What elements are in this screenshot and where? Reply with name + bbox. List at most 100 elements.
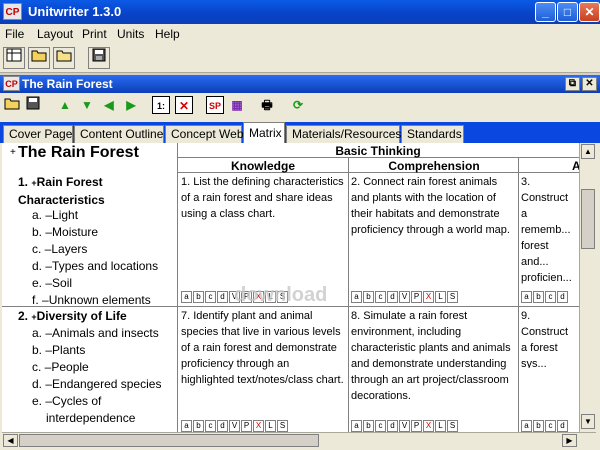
- new-unit-icon[interactable]: [3, 47, 25, 69]
- save-disk-icon[interactable]: [88, 47, 110, 69]
- code-b-button[interactable]: b: [193, 420, 204, 432]
- horizontal-scroll-thumb[interactable]: [19, 434, 319, 447]
- code-b-button[interactable]: b: [363, 291, 374, 303]
- code-c-button[interactable]: c: [205, 420, 216, 432]
- code-c-button[interactable]: c: [545, 420, 556, 432]
- code-a-button[interactable]: a: [181, 291, 192, 303]
- code-v-button[interactable]: V: [399, 291, 410, 303]
- unit-close-button[interactable]: ✕: [582, 77, 597, 91]
- code-l-button[interactable]: L: [435, 291, 446, 303]
- save-disk-icon[interactable]: [24, 96, 42, 114]
- thesaurus-icon[interactable]: ▦: [228, 96, 246, 114]
- outline-subitem[interactable]: a. –Light: [32, 207, 178, 224]
- code-c-button[interactable]: c: [545, 291, 556, 303]
- menu-layout[interactable]: Layout: [37, 27, 73, 41]
- outline-subitem[interactable]: e. –Soil: [32, 275, 178, 292]
- code-p-button[interactable]: P: [411, 291, 422, 303]
- scroll-up-icon[interactable]: ▲: [581, 144, 595, 159]
- scroll-down-icon[interactable]: ▼: [581, 414, 595, 429]
- matrix-cell-r2-knowledge[interactable]: 7. Identify plant and animal species tha…: [179, 308, 347, 388]
- tab-matrix[interactable]: Matrix: [243, 122, 285, 143]
- outline-subitem[interactable]: e. –Cycles of interdependence: [32, 393, 178, 427]
- code-d-button[interactable]: d: [217, 420, 228, 432]
- matrix-cell-r1-application[interactable]: 3. Construct a rememb... forest and... p…: [519, 174, 579, 284]
- arrow-up-icon[interactable]: ▲: [56, 96, 74, 114]
- tab-materials-resources[interactable]: Materials/Resources: [286, 125, 401, 143]
- arrow-down-icon[interactable]: ▼: [78, 96, 96, 114]
- outline-subitem[interactable]: c. –People: [32, 359, 178, 376]
- restore-button[interactable]: ⧉: [565, 77, 580, 91]
- scroll-left-icon[interactable]: ◀: [3, 434, 18, 447]
- delete-cell-icon[interactable]: ✕: [175, 96, 193, 114]
- code-a-button[interactable]: a: [351, 291, 362, 303]
- code-x-button[interactable]: X: [253, 420, 264, 432]
- menu-units[interactable]: Units: [117, 27, 144, 41]
- code-p-button[interactable]: P: [411, 420, 422, 432]
- code-a-button[interactable]: a: [181, 420, 192, 432]
- matrix-cell-r1-comprehension[interactable]: 2. Connect rain forest animals and plant…: [349, 174, 517, 238]
- close-button[interactable]: ✕: [579, 2, 600, 22]
- code-c-button[interactable]: c: [205, 291, 216, 303]
- code-a-button[interactable]: a: [521, 420, 532, 432]
- code-x-button[interactable]: X: [423, 420, 434, 432]
- folder-icon[interactable]: [53, 47, 75, 69]
- horizontal-scrollbar[interactable]: ◀ ▶: [2, 432, 596, 448]
- code-a-button[interactable]: a: [521, 291, 532, 303]
- code-c-button[interactable]: c: [375, 420, 386, 432]
- code-a-button[interactable]: a: [351, 420, 362, 432]
- code-l-button[interactable]: L: [435, 420, 446, 432]
- minimize-button[interactable]: _: [535, 2, 556, 22]
- code-d-button[interactable]: d: [387, 291, 398, 303]
- code-c-button[interactable]: c: [375, 291, 386, 303]
- title-expand-marker[interactable]: +: [10, 147, 16, 158]
- outline-topic-1[interactable]: 1. +Rain Forest Characteristics: [18, 174, 176, 209]
- code-b-button[interactable]: b: [363, 420, 374, 432]
- tab-concept-web[interactable]: Concept Web: [165, 125, 244, 143]
- maximize-button[interactable]: □: [557, 2, 578, 22]
- code-s-button[interactable]: S: [447, 420, 458, 432]
- open-folder-icon[interactable]: [3, 96, 21, 114]
- code-s-button[interactable]: S: [447, 291, 458, 303]
- menu-file[interactable]: File: [5, 27, 24, 41]
- outline-subitem[interactable]: b. –Plants: [32, 342, 178, 359]
- code-x-button[interactable]: X: [423, 291, 434, 303]
- scroll-right-icon[interactable]: ▶: [562, 434, 577, 447]
- menu-print[interactable]: Print: [82, 27, 107, 41]
- code-b-button[interactable]: b: [533, 420, 544, 432]
- spell-check-icon[interactable]: SP: [206, 96, 224, 114]
- outline-subitem[interactable]: d. –Types and locations: [32, 258, 178, 275]
- outline-subitem[interactable]: c. –Layers: [32, 241, 178, 258]
- code-d-button[interactable]: d: [217, 291, 228, 303]
- code-p-button[interactable]: P: [241, 420, 252, 432]
- vertical-scrollbar[interactable]: ▲ ▼: [579, 143, 596, 432]
- tab-content-outline[interactable]: Content Outline: [74, 125, 164, 143]
- menu-help[interactable]: Help: [155, 27, 180, 41]
- refresh-icon[interactable]: ⟳: [289, 96, 307, 114]
- code-v-button[interactable]: V: [399, 420, 410, 432]
- outline-subitem[interactable]: f. –Unknown elements: [32, 292, 178, 309]
- outline-subitem[interactable]: b. –Moisture: [32, 224, 178, 241]
- outline-topic-2[interactable]: 2. +Diversity of Life: [18, 308, 176, 326]
- open-folder-icon[interactable]: [28, 47, 50, 69]
- tab-cover-page[interactable]: Cover Page: [3, 125, 73, 143]
- code-b-button[interactable]: b: [533, 291, 544, 303]
- code-d-button[interactable]: d: [387, 420, 398, 432]
- arrow-right-icon[interactable]: ▶: [122, 96, 140, 114]
- matrix-cell-r2-comprehension[interactable]: 8. Simulate a rain forest environment, i…: [349, 308, 517, 404]
- code-d-button[interactable]: d: [557, 291, 568, 303]
- code-d-button[interactable]: d: [557, 420, 568, 432]
- code-v-button[interactable]: V: [229, 420, 240, 432]
- outline-subitems-2: a. –Animals and insects b. –Plants c. –P…: [32, 325, 178, 427]
- print-icon[interactable]: 🖶: [258, 96, 276, 114]
- code-s-button[interactable]: S: [277, 420, 288, 432]
- numbering-icon[interactable]: 1:: [152, 96, 170, 114]
- scroll-thumb[interactable]: [581, 189, 595, 249]
- code-l-button[interactable]: L: [265, 420, 276, 432]
- code-b-button[interactable]: b: [193, 291, 204, 303]
- tab-standards[interactable]: Standards: [401, 125, 464, 143]
- matrix-cell-r1-knowledge[interactable]: 1. List the defining characteristics of …: [179, 174, 347, 222]
- arrow-left-icon[interactable]: ◀: [100, 96, 118, 114]
- outline-subitem[interactable]: a. –Animals and insects: [32, 325, 178, 342]
- matrix-cell-r2-application[interactable]: 9. Construct a forest sys... through a..…: [519, 308, 579, 368]
- outline-subitem[interactable]: d. –Endangered species: [32, 376, 178, 393]
